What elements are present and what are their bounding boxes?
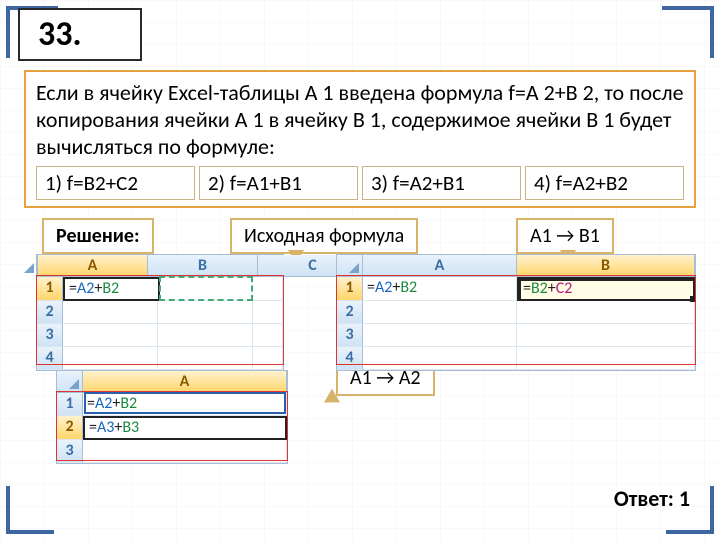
formula-ref-a2: A2	[77, 279, 94, 298]
cell	[363, 301, 517, 324]
formula-ref-b2: B2	[102, 279, 119, 298]
cell	[63, 301, 158, 324]
callout-initial-formula: Исходная формула	[230, 218, 418, 254]
formula-ref: A3	[97, 418, 114, 437]
cell	[253, 301, 283, 324]
cell	[158, 347, 253, 370]
cell-a1: =A2+B2	[363, 277, 517, 301]
formula-eq: =	[69, 279, 77, 298]
row-header-2: 2	[57, 416, 83, 440]
cell	[363, 324, 517, 347]
cell-b1: =B2+C2	[517, 277, 695, 301]
options-row: 1) f=B2+C2 2) f=A1+B1 3) f=A2+B1 4) f=A2…	[36, 166, 684, 200]
excel-sheet-1: A B C 1 =A2+B2 2 3 4	[36, 254, 284, 371]
row-header-4: 4	[337, 347, 363, 370]
row-header-2: 2	[337, 301, 363, 324]
formula-ref: A2	[95, 394, 112, 413]
cell-a1: =A2+B2	[83, 393, 287, 416]
formula-ref: B2	[120, 394, 137, 413]
row-header-2: 2	[37, 301, 63, 324]
formula-eq: =	[87, 394, 95, 413]
formula-eq: =	[367, 278, 375, 297]
select-all-corner	[57, 371, 83, 393]
excel-sheet-2: A B 1 =A2+B2 =B2+C2 2 3 4	[336, 254, 696, 371]
row-header-3: 3	[57, 440, 83, 463]
callout-a1-b1: A1 → B1	[516, 218, 614, 254]
row-header-1: 1	[57, 393, 83, 416]
option-2: 2) f=A1+B1	[199, 166, 358, 200]
cell-c1	[253, 277, 283, 301]
cell	[158, 324, 253, 347]
cell	[63, 347, 158, 370]
cell	[517, 301, 695, 324]
cell-b1	[160, 277, 254, 301]
row-header-3: 3	[337, 324, 363, 347]
col-header-b: B	[148, 255, 258, 277]
col-header-a: A	[363, 255, 517, 277]
option-4: 4) f=A2+B2	[525, 166, 684, 200]
select-all-corner	[337, 255, 363, 277]
formula-ref: A2	[375, 278, 392, 297]
option-1: 1) f=B2+C2	[36, 166, 195, 200]
cell	[83, 440, 287, 463]
cell	[517, 324, 695, 347]
cell-a2: =A3+B3	[83, 416, 287, 440]
formula-eq: =	[89, 418, 97, 437]
question-text: Если в ячейку Excel-таблицы A 1 введена …	[36, 80, 684, 160]
cell	[363, 347, 517, 370]
marquee-icon	[159, 276, 254, 301]
row-header-1: 1	[337, 277, 363, 301]
answer-label: Ответ: 1	[614, 485, 690, 512]
question-number: 33.	[18, 8, 142, 61]
formula-ref: C2	[556, 279, 573, 298]
cell	[63, 324, 158, 347]
row-header-1: 1	[37, 277, 63, 301]
formula-ref: B2	[400, 278, 417, 297]
excel-sheet-3: A 1 =A2+B2 2 =A3+B3 3	[56, 370, 288, 464]
row-header-3: 3	[37, 324, 63, 347]
cell	[158, 301, 253, 324]
col-header-b: B	[517, 255, 695, 277]
select-all-corner	[37, 255, 38, 277]
cell	[253, 324, 283, 347]
cell-a1: =A2+B2	[63, 277, 160, 301]
cell	[253, 347, 283, 370]
row-header-4: 4	[37, 347, 63, 370]
col-header-a: A	[83, 371, 287, 393]
formula-ref: B3	[122, 418, 139, 437]
col-header-a: A	[38, 255, 148, 277]
formula-ref: B2	[531, 279, 548, 298]
option-3: 3) f=A2+B1	[362, 166, 521, 200]
cell	[517, 347, 695, 370]
solution-label: Решение:	[42, 218, 154, 254]
formula-eq: =	[523, 279, 531, 298]
question-box: Если в ячейку Excel-таблицы A 1 введена …	[24, 70, 696, 208]
formula-plus: +	[548, 279, 556, 298]
